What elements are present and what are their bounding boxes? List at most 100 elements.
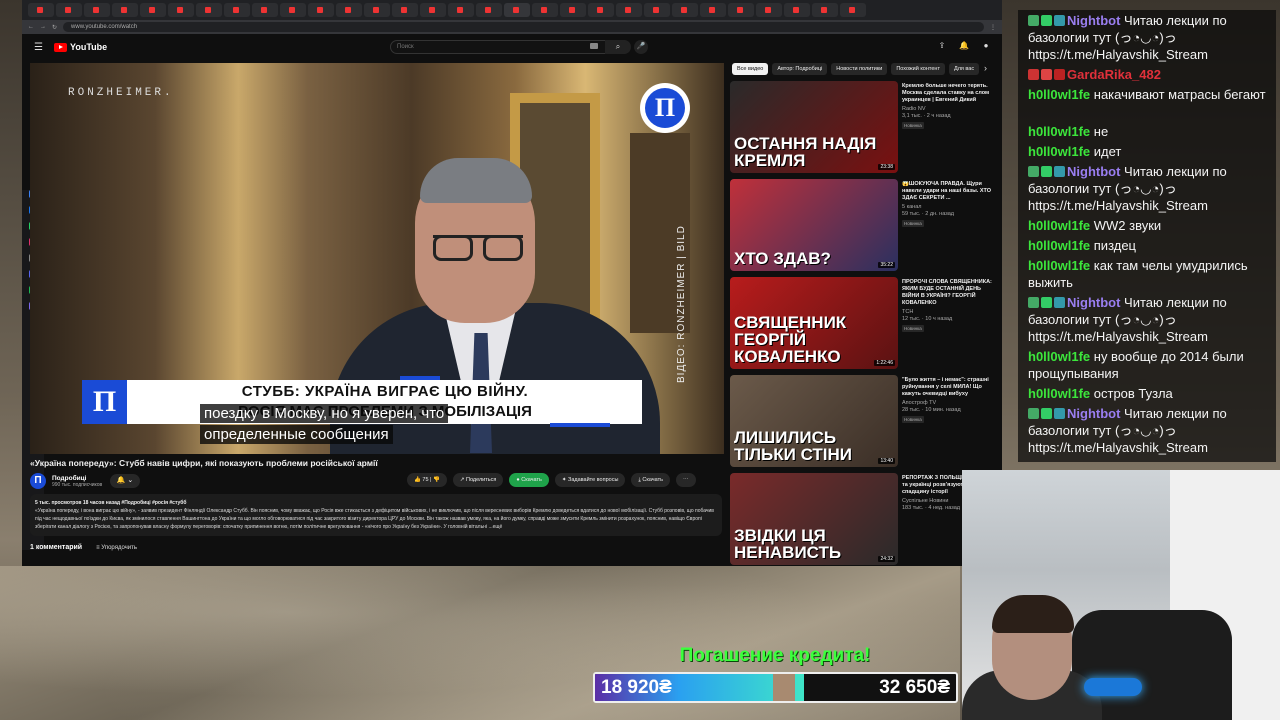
browser-tab[interactable] [476, 3, 502, 17]
browser-tab[interactable] [812, 3, 838, 17]
chat-username[interactable]: h0ll0wl1fe [1028, 258, 1090, 273]
chat-badge-icon [1041, 69, 1052, 80]
video-watermark: RONZHEIMER. [68, 87, 174, 99]
forward-icon[interactable]: → [40, 24, 46, 30]
menu-icon[interactable]: ☰ [34, 42, 48, 53]
browser-tab[interactable] [644, 3, 670, 17]
chat-username[interactable]: h0ll0wl1fe [1028, 349, 1090, 364]
chat-username[interactable]: Nightbot [1067, 13, 1120, 28]
chat-username[interactable]: Nightbot [1067, 406, 1120, 421]
browser-tab[interactable] [616, 3, 642, 17]
browser-tab[interactable] [28, 3, 54, 17]
chat-username[interactable]: Nightbot [1067, 164, 1120, 179]
subscription-bell-button[interactable]: 🔔 ⌄ [110, 474, 140, 488]
chat-username[interactable]: h0ll0wl1fe [1028, 144, 1090, 159]
browser-tab[interactable] [588, 3, 614, 17]
youtube-logo[interactable]: YouTube [54, 42, 107, 52]
chip-0[interactable]: Все видео [732, 63, 769, 75]
upload-icon[interactable]: ⇪ [936, 40, 948, 52]
chip-4[interactable]: Для вас [948, 63, 980, 75]
browser-tab[interactable] [168, 3, 194, 17]
recommendation-item[interactable]: СВЯЩЕННИК ГЕОРГІЙ КОВАЛЕНКО 1:22:46 ПРОРОЧ… [730, 277, 1002, 369]
video-player[interactable]: RONZHEIMER. П ВІДЕО: RONZHEIMER | BILD П… [30, 63, 724, 454]
browser-tab[interactable] [84, 3, 110, 17]
browser-tab[interactable] [252, 3, 278, 17]
recommendation-title[interactable]: 😱ШОКУЮЧА ПРАВДА. Щури навели удари на на… [902, 181, 998, 202]
browser-tab[interactable] [728, 3, 754, 17]
search-button[interactable]: ⌕ [605, 40, 631, 54]
chat-username[interactable]: h0ll0wl1fe [1028, 218, 1090, 233]
tab-favicon-icon [149, 7, 155, 13]
recommendation-title[interactable]: "Було життя – і немає": страшні руйнуван… [902, 377, 998, 398]
subtitle-line: определенные сообщения [200, 425, 393, 444]
browser-tab[interactable] [700, 3, 726, 17]
share-button[interactable]: ↗ Поделиться [452, 473, 504, 487]
browser-tab[interactable] [784, 3, 810, 17]
chip-1[interactable]: Автор: Подробиці [772, 63, 828, 75]
browser-tab[interactable] [504, 3, 530, 17]
browser-tab[interactable] [308, 3, 334, 17]
recommendation-thumbnail[interactable]: ЗВІДКИ ЦЯ НЕНАВИСТЬ 24:32 [730, 473, 898, 565]
browser-tab[interactable] [672, 3, 698, 17]
url-field[interactable]: www.youtube.com/watch [63, 22, 984, 32]
stream-scene: ← → ↻ www.youtube.com/watch ⋮ ☰ YouTube … [0, 0, 1280, 720]
chip-2[interactable]: Новости политики [831, 63, 888, 75]
channel-avatar[interactable]: П [30, 473, 46, 489]
browser-tab[interactable] [392, 3, 418, 17]
chat-username[interactable]: Nightbot [1067, 295, 1120, 310]
chat-badge-icon [1054, 166, 1065, 177]
recommendation-thumbnail[interactable]: ОСТАННЯ НАДІЯ КРЕМЛЯ 23:38 [730, 81, 898, 173]
recommendation-channel[interactable]: Апостроф TV [902, 400, 998, 407]
download-button[interactable]: ⤓ Скачать [631, 473, 670, 487]
recommendation-title[interactable]: Кремлю больше нечего терять. Москва сдел… [902, 83, 998, 104]
browser-tab[interactable] [112, 3, 138, 17]
more-actions-button[interactable]: ⋯ [676, 473, 696, 487]
recommendation-channel[interactable]: Radio NV [902, 106, 998, 113]
chevron-right-icon[interactable]: › [984, 63, 987, 73]
browser-tab[interactable] [224, 3, 250, 17]
browser-tab[interactable] [420, 3, 446, 17]
chat-username[interactable]: h0ll0wl1fe [1028, 386, 1090, 401]
browser-tab[interactable] [840, 3, 866, 17]
browser-tab[interactable] [336, 3, 362, 17]
channel-info[interactable]: П Подробиці 990 тыс. подписчиков [30, 473, 102, 489]
recommendation-channel[interactable]: ТСН [902, 309, 998, 316]
ask-button[interactable]: ✦ Задавайте вопросы [554, 473, 626, 487]
browser-tab[interactable] [196, 3, 222, 17]
avatar[interactable]: ● [980, 40, 992, 52]
like-button[interactable]: 👍 75 | 👎 [407, 473, 447, 487]
download-green-button[interactable]: ● Скачать [509, 473, 549, 487]
recommendation-channel[interactable]: 5 канал [902, 204, 998, 211]
recommendation-thumbnail[interactable]: СВЯЩЕННИК ГЕОРГІЙ КОВАЛЕНКО 1:22:46 [730, 277, 898, 369]
chat-username[interactable]: GardaRika_482 [1067, 67, 1161, 82]
voice-search-icon[interactable]: 🎤 [634, 40, 648, 54]
browser-tab[interactable] [756, 3, 782, 17]
recommendation-title[interactable]: ПРОРОЧІ СЛОВА СВЯЩЕННИКА: ЯКИМ БУДЕ ОСТА… [902, 279, 998, 307]
browser-tab[interactable] [56, 3, 82, 17]
recommendation-item[interactable]: ХТО ЗДАВ? 35:22 😱ШОКУЮЧА ПРАВДА. Щури наве… [730, 179, 1002, 271]
back-icon[interactable]: ← [28, 24, 34, 30]
browser-tab[interactable] [560, 3, 586, 17]
address-bar[interactable]: ← → ↻ www.youtube.com/watch ⋮ [22, 20, 1002, 34]
keyboard-icon[interactable] [590, 43, 598, 49]
browser-tab[interactable] [280, 3, 306, 17]
recommendation-item[interactable]: ЛИШИЛИСЬ ТІЛЬКИ СТІНИ 13:40 "Було життя – … [730, 375, 1002, 467]
chat-username[interactable]: h0ll0wl1fe [1028, 87, 1090, 102]
browser-tab[interactable] [448, 3, 474, 17]
browser-tab[interactable] [140, 3, 166, 17]
sort-button[interactable]: ≡ Упорядочить [96, 545, 137, 551]
browser-tab[interactable] [364, 3, 390, 17]
recommendation-thumbnail[interactable]: ЛИШИЛИСЬ ТІЛЬКИ СТІНИ 13:40 [730, 375, 898, 467]
extensions-icon[interactable]: ⋮ [990, 24, 996, 31]
chat-username[interactable]: h0ll0wl1fe [1028, 238, 1090, 253]
browser-tab[interactable] [532, 3, 558, 17]
reload-icon[interactable]: ↻ [52, 24, 57, 31]
chip-3[interactable]: Похожий контент [891, 63, 945, 75]
notifications-icon[interactable]: 🔔 [958, 40, 970, 52]
recommendation-item[interactable]: ОСТАННЯ НАДІЯ КРЕМЛЯ 23:38 Кремлю больше н… [730, 81, 1002, 173]
chat-username[interactable]: h0ll0wl1fe [1028, 124, 1090, 139]
video-description[interactable]: 5 тыс. просмотров 18 часов назад #Подроб… [30, 494, 722, 536]
recommendation-thumbnail[interactable]: ХТО ЗДАВ? 35:22 [730, 179, 898, 271]
tab-favicon-icon [821, 7, 827, 13]
channel-name[interactable]: Подробиці [52, 475, 102, 482]
